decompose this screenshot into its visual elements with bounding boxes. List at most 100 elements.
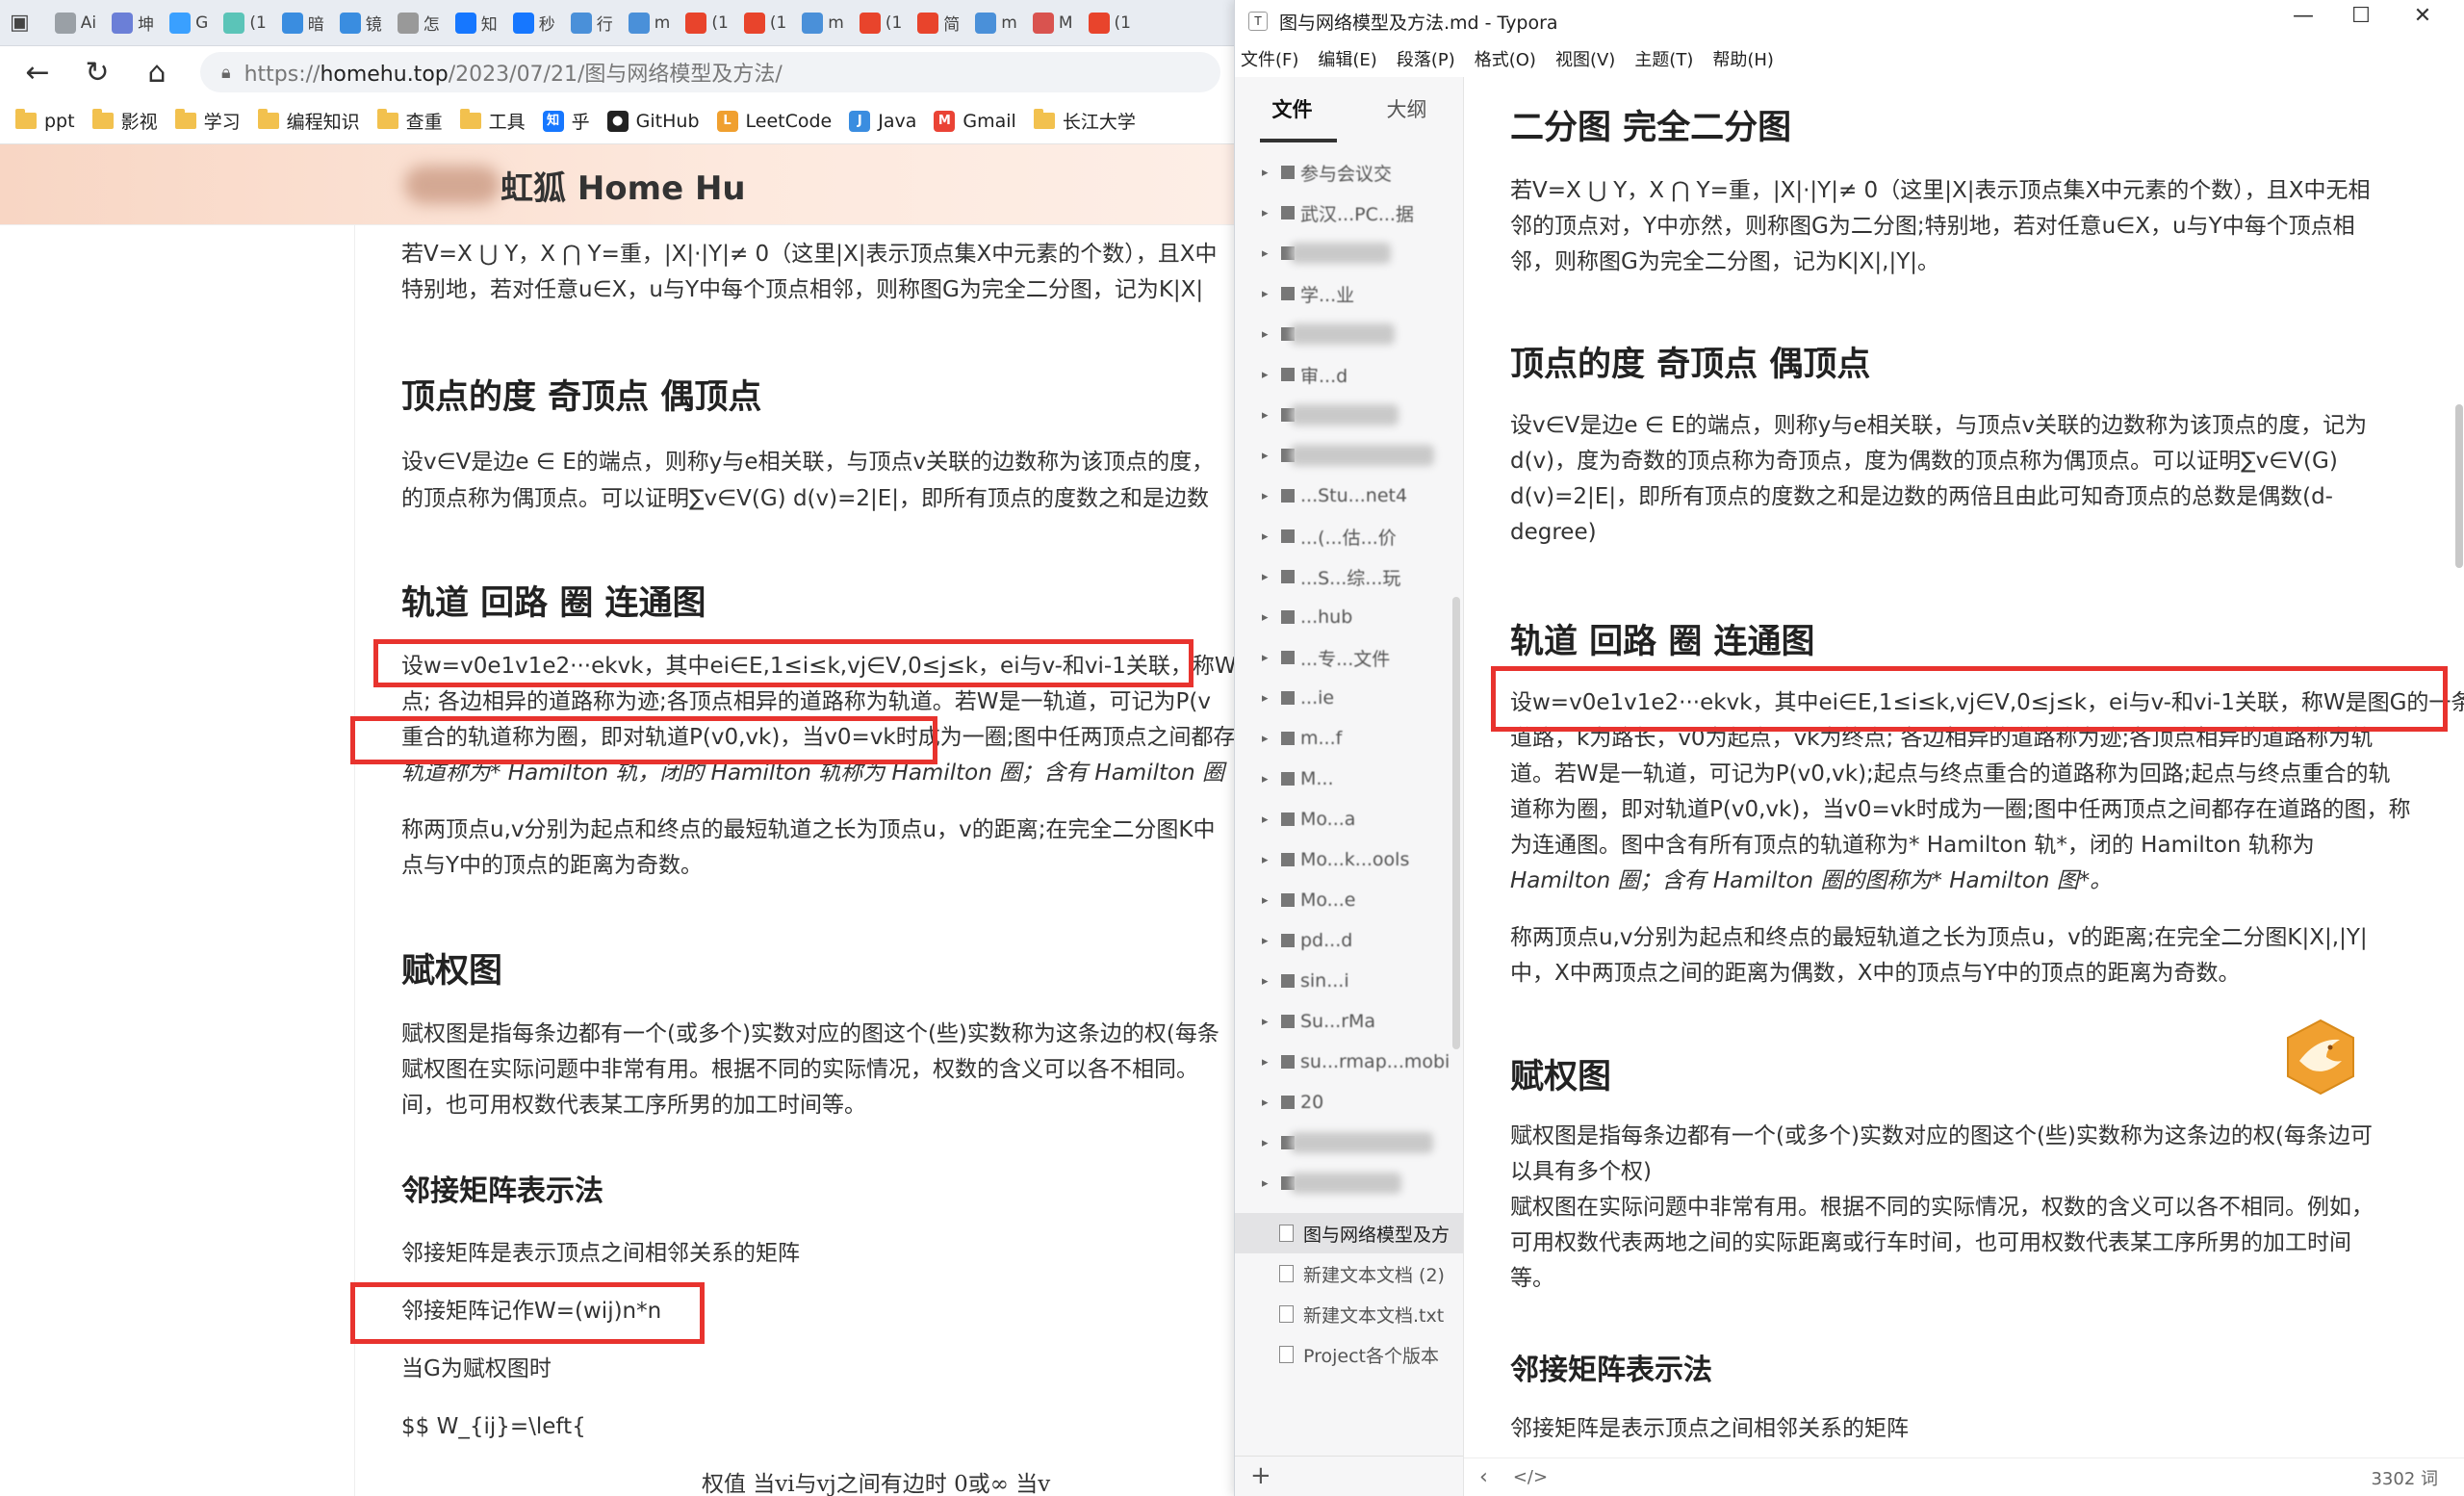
browser-tab[interactable]: 秒 bbox=[507, 7, 561, 39]
chevron-right-icon[interactable]: ▸ bbox=[1262, 449, 1275, 463]
chevron-right-icon[interactable]: ▸ bbox=[1262, 489, 1275, 503]
folder-item[interactable]: ▸ bbox=[1235, 314, 1463, 354]
folder-item[interactable]: ▸ bbox=[1235, 435, 1463, 476]
bookmark-item[interactable]: 知乎 bbox=[542, 108, 590, 134]
folder-item[interactable]: ▸ su...rmap...mobi bbox=[1235, 1042, 1463, 1082]
bookmark-item[interactable]: 工具 bbox=[459, 108, 526, 134]
url-field[interactable]: 🔒︎ https://homehu.top/2023/07/21/图与网络模型及… bbox=[200, 52, 1220, 92]
add-file-icon[interactable]: + bbox=[1235, 1456, 1463, 1496]
bird-logo-icon[interactable] bbox=[2284, 1019, 2357, 1096]
folder-item[interactable]: ▸ 20 bbox=[1235, 1082, 1463, 1122]
tab-files[interactable]: 文件 bbox=[1235, 77, 1349, 142]
source-code-icon[interactable]: </> bbox=[1513, 1467, 1548, 1487]
chevron-right-icon[interactable]: ▸ bbox=[1262, 732, 1275, 746]
browser-tab[interactable]: 镜 bbox=[334, 7, 388, 39]
menu-item[interactable]: 文件(F) bbox=[1241, 46, 1298, 71]
chevron-right-icon[interactable]: ▸ bbox=[1262, 853, 1275, 867]
folder-item[interactable]: ▸ m...f bbox=[1235, 718, 1463, 759]
toggle-sidebar-icon[interactable]: ‹ bbox=[1479, 1465, 1488, 1489]
close-icon[interactable]: ✕ bbox=[2403, 4, 2442, 28]
chevron-right-icon[interactable]: ▸ bbox=[1262, 974, 1275, 989]
browser-tab[interactable]: (1 bbox=[218, 7, 271, 39]
editor-area[interactable]: 二分图 完全二分图 若V=X ⋃ Y，X ⋂ Y=重，|X|·|Y|≠ 0（这里… bbox=[1464, 77, 2464, 1463]
menu-item[interactable]: 帮助(H) bbox=[1712, 46, 1774, 71]
folder-item[interactable]: ▸ ...S...综...玩 bbox=[1235, 556, 1463, 597]
chevron-right-icon[interactable]: ▸ bbox=[1262, 934, 1275, 948]
folder-item[interactable]: ▸ ...ie bbox=[1235, 678, 1463, 718]
folder-item[interactable]: ▸ ...(...估...价 bbox=[1235, 516, 1463, 556]
chevron-right-icon[interactable]: ▸ bbox=[1262, 327, 1275, 342]
folder-item[interactable]: ▸ 审...d bbox=[1235, 354, 1463, 395]
browser-tab[interactable]: 怎 bbox=[392, 7, 446, 39]
file-item[interactable]: 图与网络模型及方 bbox=[1235, 1213, 1463, 1253]
bookmark-item[interactable]: 影视 bbox=[91, 108, 158, 134]
folder-item[interactable]: ▸ bbox=[1235, 233, 1463, 273]
browser-tab[interactable]: 暗 bbox=[276, 7, 330, 39]
menu-item[interactable]: 段落(P) bbox=[1397, 46, 1455, 71]
editor-scrollbar[interactable] bbox=[2455, 404, 2463, 568]
browser-tab[interactable]: (1 bbox=[1083, 7, 1137, 39]
browser-tab[interactable]: m bbox=[623, 7, 677, 39]
folder-item[interactable]: ▸ bbox=[1235, 1122, 1463, 1163]
bookmark-item[interactable]: L LeetCode bbox=[716, 110, 832, 132]
file-item[interactable]: 新建文本文档.txt bbox=[1235, 1294, 1463, 1334]
chevron-right-icon[interactable]: ▸ bbox=[1262, 1176, 1275, 1191]
folder-item[interactable]: ▸ M... bbox=[1235, 759, 1463, 799]
chevron-right-icon[interactable]: ▸ bbox=[1262, 529, 1275, 544]
bookmark-item[interactable]: 编程知识 bbox=[257, 108, 360, 134]
chevron-right-icon[interactable]: ▸ bbox=[1262, 772, 1275, 787]
bookmark-item[interactable]: J Java bbox=[849, 110, 916, 132]
menu-item[interactable]: 主题(T) bbox=[1634, 46, 1693, 71]
folder-item[interactable]: ▸ 参与会议交 bbox=[1235, 152, 1463, 193]
word-count[interactable]: 3302 词 bbox=[2371, 1465, 2438, 1490]
bookmark-item[interactable]: ppt bbox=[15, 109, 75, 132]
chevron-right-icon[interactable]: ▸ bbox=[1262, 651, 1275, 665]
chevron-right-icon[interactable]: ▸ bbox=[1262, 1096, 1275, 1110]
minimize-icon[interactable]: — bbox=[2284, 4, 2323, 28]
chevron-right-icon[interactable]: ▸ bbox=[1262, 812, 1275, 827]
browser-tab[interactable]: m bbox=[796, 7, 850, 39]
bookmark-item[interactable]: 学习 bbox=[174, 108, 241, 134]
browser-tab[interactable]: G bbox=[164, 7, 214, 39]
browser-tab[interactable]: 简 bbox=[911, 7, 965, 39]
reload-icon[interactable]: ↻ bbox=[81, 56, 114, 90]
folder-item[interactable]: ▸ ...Stu...net4 bbox=[1235, 476, 1463, 516]
home-icon[interactable]: ⌂ bbox=[141, 56, 173, 90]
browser-tab[interactable]: 知 bbox=[449, 7, 503, 39]
browser-tab[interactable]: (1 bbox=[680, 7, 733, 39]
chevron-right-icon[interactable]: ▸ bbox=[1262, 246, 1275, 261]
chevron-right-icon[interactable]: ▸ bbox=[1262, 570, 1275, 584]
chevron-right-icon[interactable]: ▸ bbox=[1262, 1015, 1275, 1029]
chevron-right-icon[interactable]: ▸ bbox=[1262, 206, 1275, 220]
file-item[interactable]: Project各个版本 bbox=[1235, 1334, 1463, 1375]
file-item[interactable]: 新建文本文档 (2) bbox=[1235, 1253, 1463, 1294]
folder-item[interactable]: ▸ 武汉...PC...据 bbox=[1235, 193, 1463, 233]
folder-item[interactable]: ▸ Su...rMa bbox=[1235, 1001, 1463, 1042]
menu-item[interactable]: 视图(V) bbox=[1555, 46, 1615, 71]
folder-item[interactable]: ▸ 学...业 bbox=[1235, 273, 1463, 314]
chevron-right-icon[interactable]: ▸ bbox=[1262, 1136, 1275, 1150]
chevron-right-icon[interactable]: ▸ bbox=[1262, 368, 1275, 382]
chevron-right-icon[interactable]: ▸ bbox=[1262, 1055, 1275, 1070]
folder-item[interactable]: ▸ Mo...k...ools bbox=[1235, 839, 1463, 880]
browser-tab[interactable]: 行 bbox=[565, 7, 619, 39]
folder-item[interactable]: ▸ pd...d bbox=[1235, 920, 1463, 961]
browser-tab[interactable]: (1 bbox=[738, 7, 792, 39]
browser-tab[interactable]: m bbox=[969, 7, 1023, 39]
sidebar-scrollbar[interactable] bbox=[1452, 597, 1460, 1049]
folder-item[interactable]: ▸ ...专...文件 bbox=[1235, 637, 1463, 678]
bookmark-item[interactable]: 查重 bbox=[376, 108, 443, 134]
chevron-right-icon[interactable]: ▸ bbox=[1262, 166, 1275, 180]
sidebar-toggle-icon[interactable]: ▣ bbox=[10, 11, 30, 35]
folder-item[interactable]: ▸ bbox=[1235, 1163, 1463, 1203]
folder-item[interactable]: ▸ ...hub bbox=[1235, 597, 1463, 637]
browser-tab[interactable]: Ai bbox=[49, 7, 102, 39]
tab-outline[interactable]: 大纲 bbox=[1349, 77, 1463, 142]
chevron-right-icon[interactable]: ▸ bbox=[1262, 408, 1275, 423]
chevron-right-icon[interactable]: ▸ bbox=[1262, 287, 1275, 301]
folder-item[interactable]: ▸ Mo...a bbox=[1235, 799, 1463, 839]
back-icon[interactable]: ← bbox=[21, 56, 54, 90]
bookmark-item[interactable]: ● GitHub bbox=[606, 110, 700, 132]
menu-item[interactable]: 格式(O) bbox=[1475, 46, 1536, 71]
menu-item[interactable]: 编辑(E) bbox=[1318, 46, 1376, 71]
